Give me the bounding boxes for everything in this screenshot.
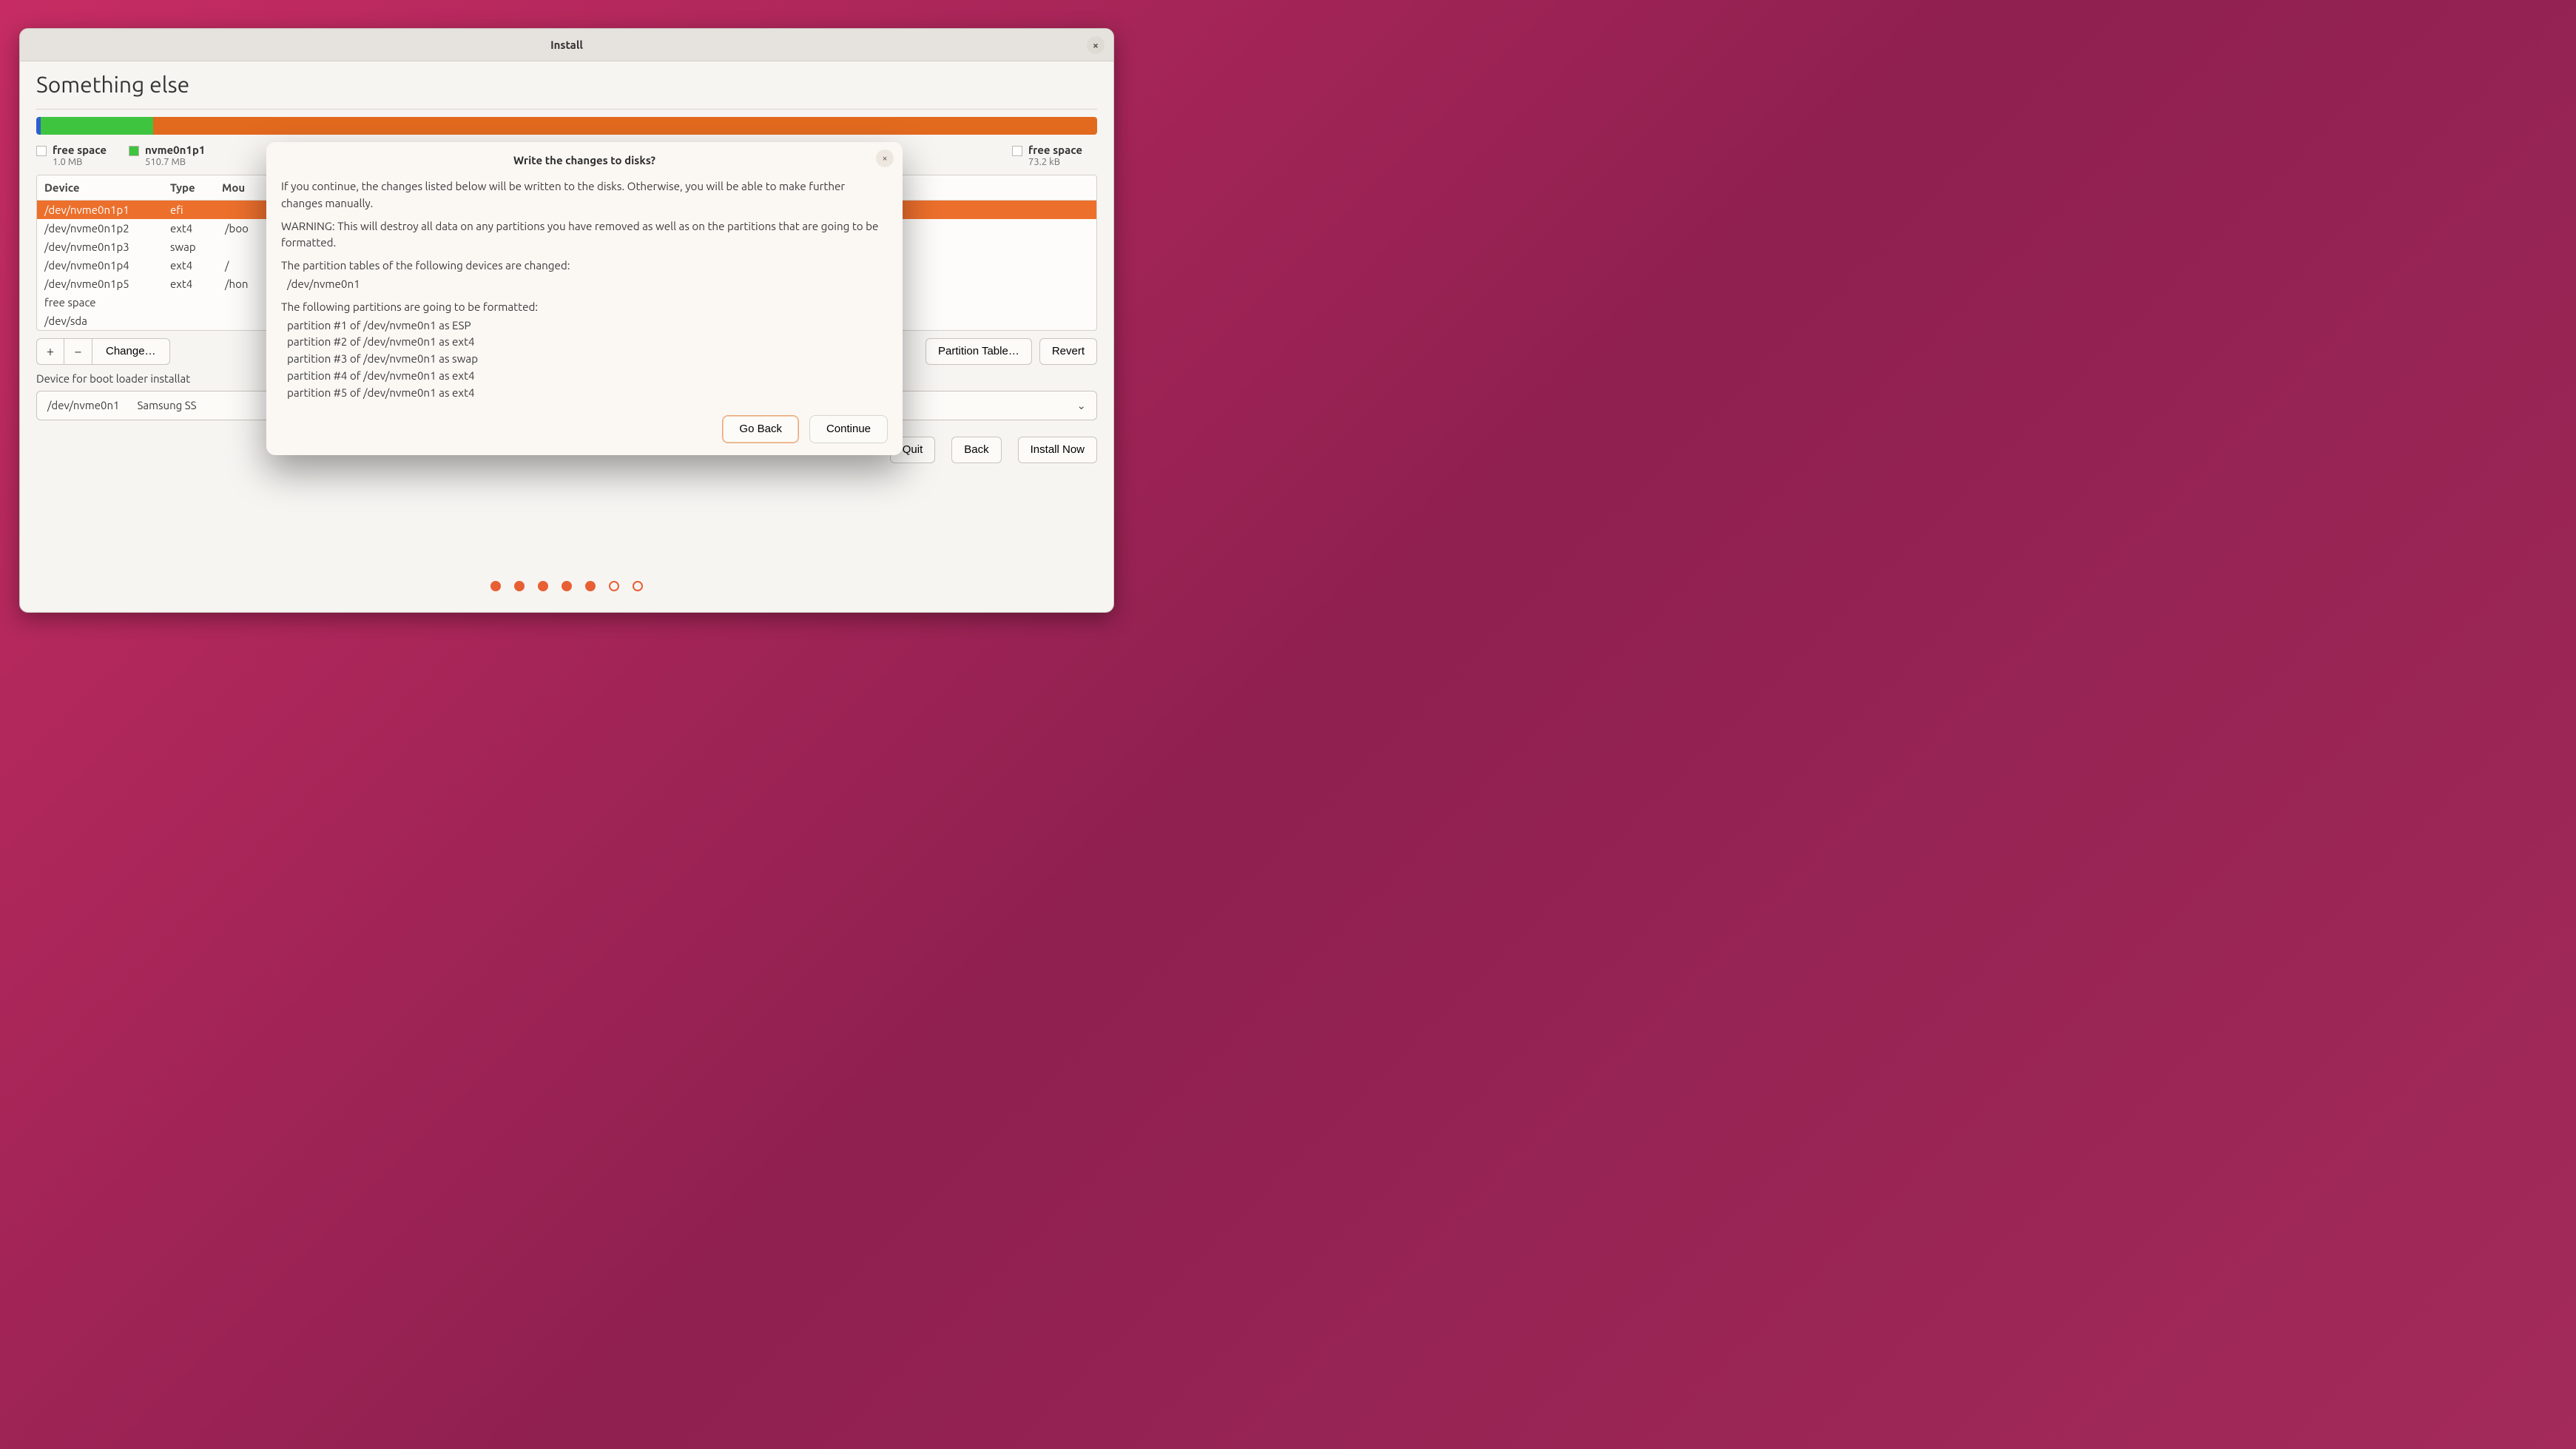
legend-size: 510.7 MB [145, 157, 205, 169]
partition-bar [36, 117, 1097, 135]
dialog-body: If you continue, the changes listed belo… [281, 178, 888, 402]
progress-dot [538, 581, 548, 591]
revert-button[interactable]: Revert [1039, 338, 1097, 365]
change-partition-button[interactable]: Change… [92, 338, 170, 365]
legend-swatch [1012, 146, 1022, 156]
close-icon: × [1093, 39, 1099, 51]
dialog-intro: If you continue, the changes listed belo… [281, 178, 888, 212]
legend-size: 73.2 kB [1028, 157, 1082, 169]
plus-icon: + [47, 344, 54, 359]
cell-device: /dev/nvme0n1p1 [44, 204, 170, 216]
install-button[interactable]: Install Now [1018, 437, 1097, 463]
dialog-warning: WARNING: This will destroy all data on a… [281, 218, 888, 252]
legend-swatch [36, 146, 47, 156]
chevron-down-icon: ⌄ [1076, 399, 1086, 412]
cell-device: /dev/nvme0n1p3 [44, 241, 170, 253]
dialog-format-label: The following partitions are going to be… [281, 299, 888, 316]
dialog-device-item: /dev/nvme0n1 [281, 276, 888, 293]
progress-dots [20, 581, 1113, 591]
new-partition-table-button[interactable]: Partition Table… [925, 338, 1032, 365]
th-device: Device [44, 181, 170, 194]
dialog-format-item: partition #2 of /dev/nvme0n1 as ext4 [281, 334, 888, 351]
dialog-format-item: partition #3 of /dev/nvme0n1 as swap [281, 351, 888, 368]
dialog-title: Write the changes to disks? [281, 152, 888, 172]
th-type: Type [170, 181, 222, 194]
dialog-tables-changed-label: The partition tables of the following de… [281, 258, 888, 275]
back-button[interactable]: Back [951, 437, 1001, 463]
progress-dot [585, 581, 596, 591]
cell-type: swap [170, 241, 222, 253]
dialog-close-button[interactable]: × [876, 149, 894, 167]
legend-size: 1.0 MB [53, 157, 107, 169]
dialog-format-item: partition #5 of /dev/nvme0n1 as ext4 [281, 385, 888, 402]
legend-name: nvme0n1p1 [145, 144, 205, 157]
cell-type: ext4 [170, 278, 222, 290]
legend-name: free space [1028, 144, 1082, 157]
cell-device: free space [44, 296, 170, 309]
progress-dot [609, 581, 619, 591]
window-title: Install [550, 38, 583, 51]
legend-swatch [129, 146, 139, 156]
dialog-format-item: partition #1 of /dev/nvme0n1 as ESP [281, 317, 888, 334]
partition-seg-tail [1094, 117, 1097, 135]
add-partition-button[interactable]: + [36, 338, 64, 365]
progress-dot [514, 581, 525, 591]
dialog-actions: Go Back Continue [281, 408, 888, 443]
minus-icon: − [74, 344, 81, 359]
cell-device: /dev/nvme0n1p5 [44, 278, 170, 290]
cell-type: ext4 [170, 222, 222, 235]
dialog-format-item: partition #4 of /dev/nvme0n1 as ext4 [281, 368, 888, 385]
legend-item-free-right: free space 73.2 kB [1012, 144, 1097, 169]
progress-dot [633, 581, 643, 591]
titlebar: Install × [20, 29, 1113, 61]
partition-seg-p1 [41, 117, 153, 135]
partition-seg-main [153, 117, 1094, 135]
cell-device: /dev/nvme0n1p2 [44, 222, 170, 235]
close-icon: × [882, 153, 887, 164]
cell-type [170, 315, 222, 327]
continue-button[interactable]: Continue [809, 415, 888, 443]
legend-item-free-left: free space 1.0 MB [36, 144, 107, 169]
page-heading: Something else [20, 61, 1113, 104]
legend-item-p1: nvme0n1p1 510.7 MB [129, 144, 205, 169]
cell-device: /dev/nvme0n1p4 [44, 259, 170, 272]
legend-name: free space [53, 144, 107, 157]
divider [36, 109, 1097, 110]
cell-type [170, 296, 222, 309]
remove-partition-button[interactable]: − [64, 338, 92, 365]
cell-device: /dev/sda [44, 315, 170, 327]
go-back-button[interactable]: Go Back [722, 415, 799, 443]
bootloader-model: Samsung SS [137, 399, 196, 411]
confirm-write-dialog: × Write the changes to disks? If you con… [266, 142, 903, 455]
cell-type: ext4 [170, 259, 222, 272]
window-close-button[interactable]: × [1087, 36, 1105, 54]
bootloader-device: /dev/nvme0n1 [47, 399, 119, 411]
progress-dot [562, 581, 572, 591]
progress-dot [490, 581, 501, 591]
cell-type: efi [170, 204, 222, 216]
